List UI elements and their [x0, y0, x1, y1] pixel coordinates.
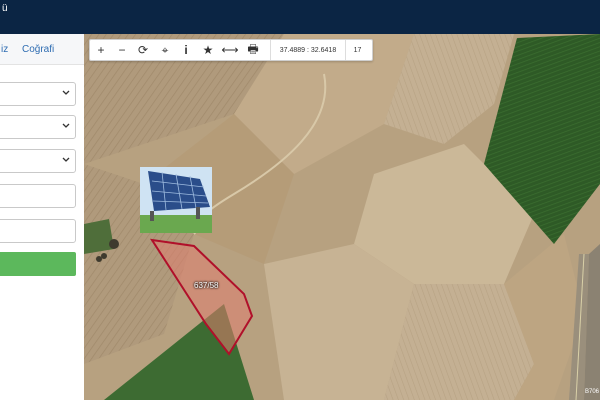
info-icon[interactable]: i — [178, 42, 194, 58]
zoom-level: 17 — [353, 46, 362, 54]
refresh-icon[interactable]: ⟳ — [135, 42, 151, 58]
text-input-2[interactable] — [0, 219, 76, 243]
coordinate-readout: 37.4889 : 32.6418 — [270, 40, 346, 60]
tab-cografi[interactable]: Coğrafi — [22, 44, 54, 55]
top-header-bar: ü — [0, 0, 600, 34]
print-icon[interactable]: 🖶 — [245, 42, 261, 58]
select-field-3[interactable] — [0, 149, 76, 173]
query-button[interactable] — [0, 252, 76, 276]
parcel-label: 637/58 — [194, 281, 219, 290]
select-field-1[interactable] — [0, 82, 76, 106]
minus-icon[interactable]: − — [114, 42, 130, 58]
solar-panel-marker[interactable] — [140, 167, 212, 233]
star-icon[interactable]: ★ — [200, 42, 216, 58]
chevron-down-icon — [62, 90, 70, 95]
tab-iz[interactable]: iz — [1, 44, 8, 55]
measure-icon[interactable]: ⟷ — [221, 42, 238, 58]
text-input-1[interactable] — [0, 184, 76, 208]
satellite-map[interactable] — [84, 34, 600, 400]
map-toolbar: + − ⟳ ⌖ i ★ ⟷ 🖶 37.4889 : 32.6418 17 — [89, 39, 373, 61]
sidebar-panel: iz Coğrafi — [0, 34, 85, 400]
chevron-down-icon — [62, 157, 70, 162]
road-label: B706 — [585, 389, 600, 395]
locate-icon[interactable]: ⌖ — [157, 42, 173, 58]
chevron-down-icon — [62, 123, 70, 128]
sidebar-tabs: iz Coğrafi — [0, 34, 84, 65]
app-title: ü — [2, 3, 8, 14]
plus-icon[interactable]: + — [93, 42, 109, 58]
select-field-2[interactable] — [0, 115, 76, 139]
